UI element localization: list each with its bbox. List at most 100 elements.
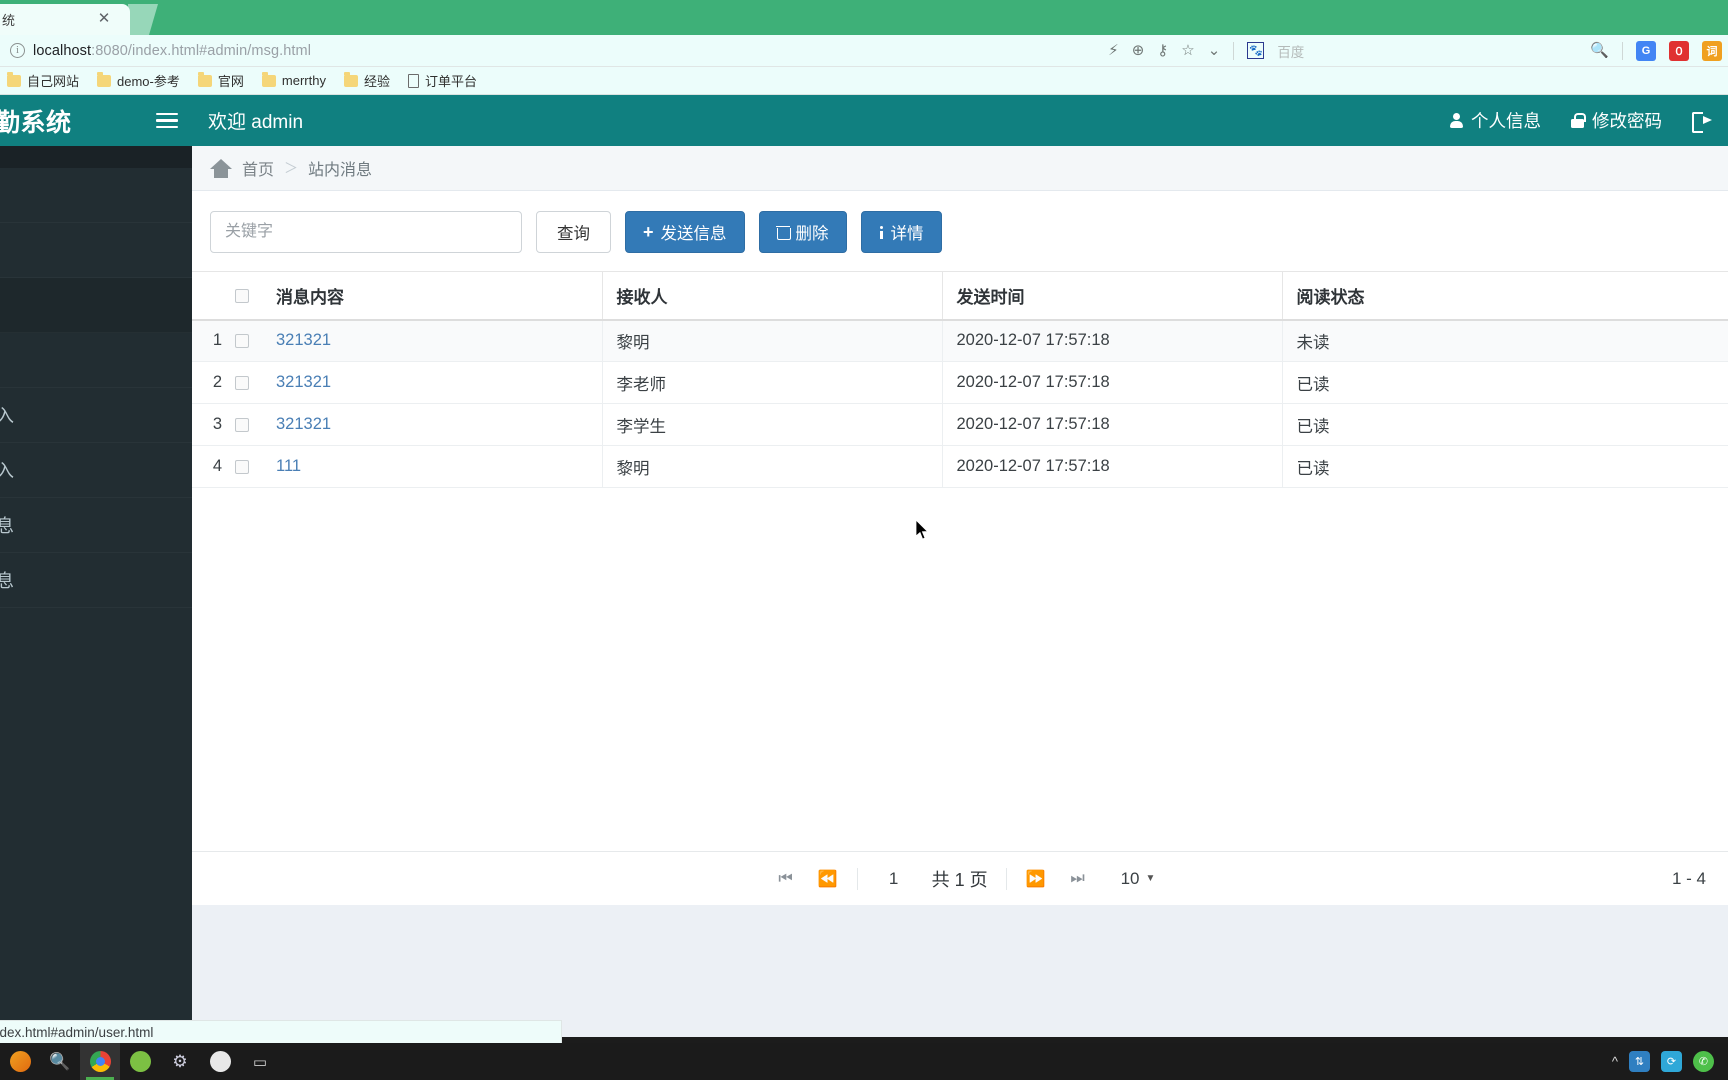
row-select[interactable] (222, 445, 262, 488)
query-button[interactable]: 查询 (536, 211, 611, 253)
bookmark-item[interactable]: merrthy (255, 70, 333, 91)
table-header-row: 消息内容 接收人 发送时间 阅读状态 (192, 271, 1728, 321)
taskbar-item-search[interactable]: 🔍 (40, 1043, 80, 1080)
profile-link[interactable]: 个人信息 (1450, 108, 1541, 133)
chevron-down-icon[interactable]: ⌄ (1208, 43, 1221, 58)
header-select-all (222, 271, 262, 321)
folder-icon (343, 72, 358, 87)
taskbar-item-camera[interactable]: ▭ (240, 1043, 280, 1080)
change-password-label: 修改密码 (1592, 111, 1662, 131)
info-circle-icon[interactable]: i (10, 43, 25, 58)
header-time[interactable]: 发送时间 (942, 271, 1283, 321)
send-message-button[interactable]: + 发送信息 (625, 211, 745, 253)
sidebar-item-messages[interactable]: 消息 (0, 278, 192, 333)
bookmark-item[interactable]: 自己网站 (0, 68, 86, 93)
star-icon[interactable]: ☆ (1181, 43, 1194, 58)
sync-icon[interactable]: ⟳ (1661, 1051, 1682, 1072)
header-read-state[interactable]: 阅读状态 (1282, 271, 1728, 321)
page-size-select[interactable]: 10 ▼ (1121, 869, 1156, 889)
first-page-icon[interactable]: ⏮ (765, 870, 807, 888)
home-icon[interactable] (210, 158, 232, 178)
sidebar-item-6[interactable]: 考勤录入 (0, 443, 192, 498)
pagination: ⏮ ⏪ 共 1 页 ⏩ ⏭ 10 ▼ 1 - 4 (192, 851, 1728, 905)
lightning-icon[interactable]: ⚡ (1108, 43, 1119, 58)
caret-up-icon[interactable]: ^ (1612, 1054, 1618, 1069)
search-icon[interactable]: 🔍 (1590, 43, 1609, 58)
sidebar: 管理 管理 消息 公告 考勤录入 考勤录入 考勤信息 考勤信息 (0, 146, 192, 1037)
row-checkbox[interactable] (235, 417, 249, 432)
google-translate-icon[interactable]: G (1636, 40, 1656, 61)
sidebar-item-announcements[interactable]: 公告 (0, 333, 192, 388)
prev-page-icon[interactable]: ⏪ (807, 869, 849, 889)
next-page-icon[interactable]: ⏩ (1015, 869, 1057, 889)
folder-icon (197, 72, 212, 87)
bookmark-item[interactable]: 订单平台 (401, 68, 484, 93)
breadcrumb-home[interactable]: 首页 (242, 156, 274, 180)
table-row[interactable]: 1 321321 黎明 2020-12-07 17:57:18 未读 (192, 319, 1728, 362)
cell-time: 2020-12-07 17:57:18 (942, 445, 1283, 488)
wechat-icon[interactable]: ✆ (1693, 1051, 1714, 1072)
message-link[interactable]: 321321 (276, 331, 331, 349)
last-page-icon[interactable]: ⏭ (1057, 870, 1099, 888)
browser-tab[interactable]: 统 ✕ (0, 4, 130, 35)
bookmark-item[interactable]: 经验 (337, 68, 397, 93)
header-receiver[interactable]: 接收人 (602, 271, 943, 321)
row-checkbox[interactable] (235, 459, 249, 474)
key-icon[interactable]: ⚷ (1157, 43, 1168, 58)
row-select[interactable] (222, 361, 262, 404)
row-select[interactable] (222, 403, 262, 446)
sidebar-item-1[interactable]: 管理 (0, 168, 192, 223)
baidu-paw-icon[interactable]: 🐾 (1247, 42, 1265, 59)
plus-icon: + (643, 222, 654, 242)
address-bar[interactable]: i localhost:8080/index.html#admin/msg.ht… (0, 35, 1108, 66)
dictionary-icon[interactable]: 词 (1702, 40, 1722, 61)
sidebar-item-2[interactable]: 管理 (0, 223, 192, 278)
breadcrumb: 首页 ＞ 站内消息 (192, 146, 1728, 191)
zoom-in-icon[interactable]: ⊕ (1132, 43, 1145, 58)
usb-icon[interactable]: ⇅ (1629, 1051, 1650, 1072)
taskbar-item-start[interactable] (0, 1043, 40, 1080)
cell-time: 2020-12-07 17:57:18 (942, 361, 1283, 404)
message-link[interactable]: 321321 (276, 415, 331, 433)
bookmark-item[interactable]: demo-参考 (90, 68, 187, 93)
table-body: 1 321321 黎明 2020-12-07 17:57:18 未读 2 321 (192, 319, 1728, 488)
youdao-icon[interactable]: ０ (1669, 40, 1689, 61)
browser-toolbar: i localhost:8080/index.html#admin/msg.ht… (0, 35, 1728, 67)
select-all-checkbox[interactable] (235, 288, 249, 303)
row-checkbox[interactable] (235, 375, 249, 390)
row-index: 3 (192, 403, 222, 446)
sidebar-item-5[interactable]: 考勤录入 (0, 388, 192, 443)
header-message[interactable]: 消息内容 (262, 271, 603, 321)
row-select[interactable] (222, 319, 262, 362)
cell-receiver: 黎明 (602, 445, 943, 488)
taskbar-item-settings[interactable]: ⚙ (160, 1043, 200, 1080)
page-number-input[interactable] (865, 863, 922, 894)
hamburger-icon[interactable] (156, 112, 178, 129)
close-icon[interactable]: ✕ (96, 11, 112, 27)
pagination-divider (856, 867, 858, 890)
search-input[interactable] (210, 211, 522, 253)
message-link[interactable]: 111 (276, 457, 301, 475)
trash-icon (775, 225, 791, 240)
logout-button[interactable] (1692, 112, 1712, 133)
detail-button[interactable]: 详情 (860, 211, 942, 253)
taskbar-item-app6[interactable] (200, 1043, 240, 1080)
table-row[interactable]: 4 111 黎明 2020-12-07 17:57:18 已读 (192, 445, 1728, 488)
table-row[interactable]: 2 321321 李老师 2020-12-07 17:57:18 已读 (192, 361, 1728, 404)
delete-button[interactable]: 删除 (758, 211, 847, 253)
bookmark-item[interactable]: 官网 (191, 68, 251, 93)
sidebar-item-7[interactable]: 考勤信息 (0, 498, 192, 553)
app-header: 能考勤系统 欢迎 admin 个人信息 修改密码 (0, 95, 1728, 146)
change-password-link[interactable]: 修改密码 (1571, 108, 1662, 133)
cell-read-state: 已读 (1282, 361, 1728, 404)
folder-icon (261, 72, 276, 87)
bookmark-label: 经验 (363, 74, 390, 89)
taskbar-item-app4[interactable] (120, 1043, 160, 1080)
message-link[interactable]: 321321 (276, 373, 331, 391)
taskbar-item-chrome[interactable] (80, 1043, 120, 1080)
sidebar-item-8[interactable]: 考勤信息 (0, 553, 192, 608)
tab-title: 统 (2, 13, 16, 28)
bookmark-label: 订单平台 (424, 74, 477, 89)
row-checkbox[interactable] (235, 333, 249, 348)
table-row[interactable]: 3 321321 李学生 2020-12-07 17:57:18 已读 (192, 403, 1728, 446)
